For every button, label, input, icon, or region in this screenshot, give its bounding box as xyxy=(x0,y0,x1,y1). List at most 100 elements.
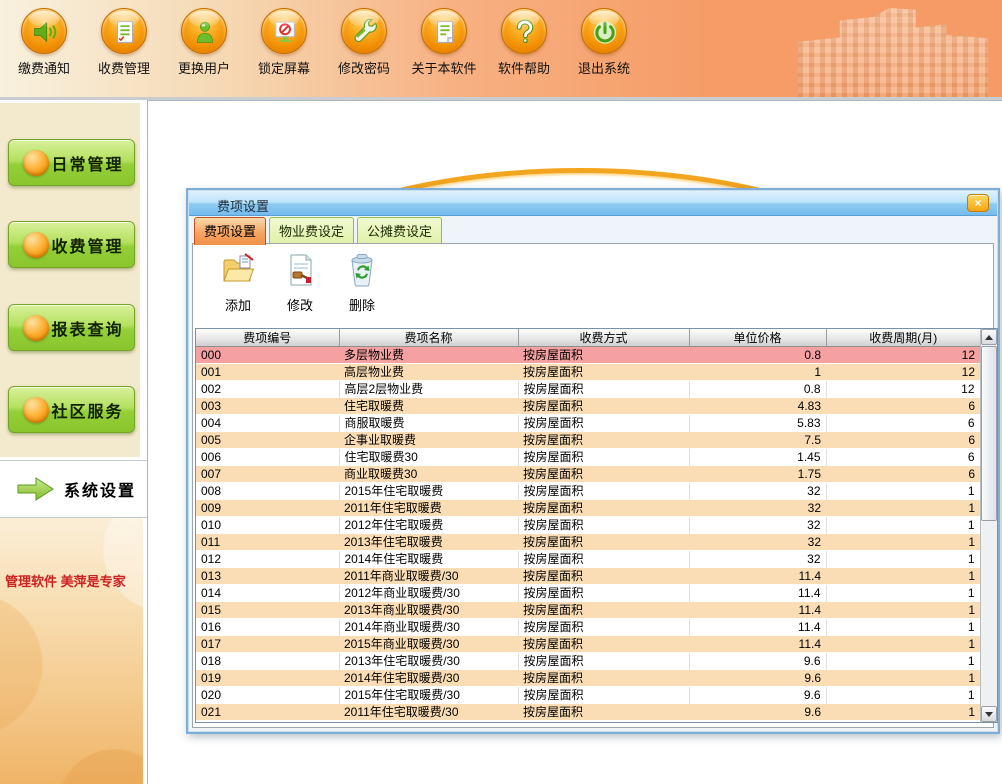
table-row[interactable]: 004商服取暖费按房屋面积5.836 xyxy=(196,415,980,432)
toolbar-button-about[interactable]: 关于本软件 xyxy=(404,6,484,77)
table-cell[interactable]: 2015年商业取暖费/30 xyxy=(339,636,518,653)
table-cell[interactable]: 1.45 xyxy=(689,449,826,466)
table-cell[interactable]: 1 xyxy=(826,704,980,721)
table-cell[interactable]: 按房屋面积 xyxy=(518,449,689,466)
table-cell[interactable]: 6 xyxy=(826,449,980,466)
table-cell[interactable]: 1 xyxy=(826,636,980,653)
table-cell[interactable]: 按房屋面积 xyxy=(518,364,689,381)
scroll-up-icon[interactable] xyxy=(981,329,997,345)
table-cell[interactable]: 008 xyxy=(196,483,339,500)
table-cell[interactable]: 按房屋面积 xyxy=(518,704,689,721)
table-cell[interactable]: 020 xyxy=(196,687,339,704)
table-cell[interactable]: 001 xyxy=(196,364,339,381)
table-cell[interactable]: 1 xyxy=(826,602,980,619)
table-row[interactable]: 0102012年住宅取暖费按房屋面积321 xyxy=(196,517,980,534)
table-cell[interactable]: 016 xyxy=(196,619,339,636)
table-cell[interactable]: 12 xyxy=(826,381,980,398)
table-cell[interactable]: 1 xyxy=(826,687,980,704)
table-cell[interactable]: 002 xyxy=(196,381,339,398)
table-cell[interactable]: 12 xyxy=(826,364,980,381)
tab-fee-item-settings[interactable]: 费项设置 xyxy=(194,217,266,245)
table-row[interactable]: 0092011年住宅取暖费按房屋面积321 xyxy=(196,500,980,517)
table-cell[interactable]: 9.6 xyxy=(689,670,826,687)
table-cell[interactable]: 2013年住宅取暖费/30 xyxy=(339,653,518,670)
table-cell[interactable]: 5.83 xyxy=(689,415,826,432)
table-row[interactable]: 0162014年商业取暖费/30按房屋面积11.41 xyxy=(196,619,980,636)
table-cell[interactable]: 按房屋面积 xyxy=(518,415,689,432)
toolbar-button-payment-notice[interactable]: 缴费通知 xyxy=(4,6,84,77)
table-cell[interactable]: 企事业取暖费 xyxy=(339,432,518,449)
scroll-down-icon[interactable] xyxy=(981,706,997,722)
vertical-scrollbar[interactable] xyxy=(980,329,997,722)
table-cell[interactable]: 2013年住宅取暖费 xyxy=(339,534,518,551)
close-icon[interactable]: × xyxy=(967,194,989,212)
table-row[interactable]: 0192014年住宅取暖费/30按房屋面积9.61 xyxy=(196,670,980,687)
table-cell[interactable]: 013 xyxy=(196,568,339,585)
table-cell[interactable]: 住宅取暖费30 xyxy=(339,449,518,466)
toolbar-button-lock-screen[interactable]: 锁定屏幕 xyxy=(244,6,324,77)
table-cell[interactable]: 32 xyxy=(689,534,826,551)
tab-property-fee-settings[interactable]: 物业费设定 xyxy=(269,217,354,244)
table-cell[interactable]: 2014年住宅取暖费 xyxy=(339,551,518,568)
toolbar-button-exit[interactable]: 退出系统 xyxy=(564,6,644,77)
table-cell[interactable]: 6 xyxy=(826,466,980,483)
table-cell[interactable]: 2012年住宅取暖费 xyxy=(339,517,518,534)
table-row[interactable]: 0122014年住宅取暖费按房屋面积321 xyxy=(196,551,980,568)
table-cell[interactable]: 005 xyxy=(196,432,339,449)
toolbar-button-help[interactable]: 软件帮助 xyxy=(484,6,564,77)
table-cell[interactable]: 011 xyxy=(196,534,339,551)
table-cell[interactable]: 按房屋面积 xyxy=(518,432,689,449)
table-cell[interactable]: 9.6 xyxy=(689,687,826,704)
tab-shared-fee-settings[interactable]: 公摊费设定 xyxy=(357,217,442,244)
table-row[interactable]: 0082015年住宅取暖费按房屋面积321 xyxy=(196,483,980,500)
table-cell[interactable]: 0.8 xyxy=(689,381,826,398)
table-cell[interactable]: 按房屋面积 xyxy=(518,483,689,500)
toolbar-button-change-password[interactable]: 修改密码 xyxy=(324,6,404,77)
table-cell[interactable]: 按房屋面积 xyxy=(518,500,689,517)
table-cell[interactable]: 1 xyxy=(826,517,980,534)
table-cell[interactable]: 按房屋面积 xyxy=(518,687,689,704)
table-cell[interactable]: 017 xyxy=(196,636,339,653)
table-row[interactable]: 001高层物业费按房屋面积112 xyxy=(196,364,980,381)
table-cell[interactable]: 2014年商业取暖费/30 xyxy=(339,619,518,636)
table-cell[interactable]: 按房屋面积 xyxy=(518,398,689,415)
table-cell[interactable]: 2011年商业取暖费/30 xyxy=(339,568,518,585)
table-cell[interactable]: 1.75 xyxy=(689,466,826,483)
table-row[interactable]: 0152013年商业取暖费/30按房屋面积11.41 xyxy=(196,602,980,619)
table-cell[interactable]: 1 xyxy=(826,653,980,670)
table-cell[interactable]: 2011年住宅取暖费 xyxy=(339,500,518,517)
table-cell[interactable]: 高层2层物业费 xyxy=(339,381,518,398)
table-cell[interactable]: 32 xyxy=(689,517,826,534)
table-cell[interactable]: 006 xyxy=(196,449,339,466)
table-cell[interactable]: 0.8 xyxy=(689,347,826,364)
table-cell[interactable]: 32 xyxy=(689,483,826,500)
table-cell[interactable]: 6 xyxy=(826,415,980,432)
table-cell[interactable]: 高层物业费 xyxy=(339,364,518,381)
table-cell[interactable]: 12 xyxy=(826,347,980,364)
table-cell[interactable]: 住宅取暖费 xyxy=(339,398,518,415)
table-row[interactable]: 005企事业取暖费按房屋面积7.56 xyxy=(196,432,980,449)
table-row[interactable]: 0212011年住宅取暖费/30按房屋面积9.61 xyxy=(196,704,980,721)
table-row[interactable]: 0112013年住宅取暖费按房屋面积321 xyxy=(196,534,980,551)
table-cell[interactable]: 按房屋面积 xyxy=(518,585,689,602)
table-cell[interactable]: 按房屋面积 xyxy=(518,670,689,687)
table-cell[interactable]: 2012年商业取暖费/30 xyxy=(339,585,518,602)
table-cell[interactable]: 2015年住宅取暖费/30 xyxy=(339,687,518,704)
table-cell[interactable]: 1 xyxy=(826,483,980,500)
table-cell[interactable]: 32 xyxy=(689,551,826,568)
table-cell[interactable]: 多层物业费 xyxy=(339,347,518,364)
table-cell[interactable]: 015 xyxy=(196,602,339,619)
sidebar-item-fee-management[interactable]: 收费管理 xyxy=(8,221,135,268)
table-row[interactable]: 0202015年住宅取暖费/30按房屋面积9.61 xyxy=(196,687,980,704)
table-cell[interactable]: 1 xyxy=(826,500,980,517)
table-cell[interactable]: 018 xyxy=(196,653,339,670)
table-cell[interactable]: 1 xyxy=(826,619,980,636)
table-cell[interactable]: 11.4 xyxy=(689,585,826,602)
table-row[interactable]: 006住宅取暖费30按房屋面积1.456 xyxy=(196,449,980,466)
table-cell[interactable]: 010 xyxy=(196,517,339,534)
table-cell[interactable]: 11.4 xyxy=(689,636,826,653)
table-cell[interactable]: 商业取暖费30 xyxy=(339,466,518,483)
table-cell[interactable]: 按房屋面积 xyxy=(518,551,689,568)
table-cell[interactable]: 按房屋面积 xyxy=(518,534,689,551)
table-row[interactable]: 003住宅取暖费按房屋面积4.836 xyxy=(196,398,980,415)
